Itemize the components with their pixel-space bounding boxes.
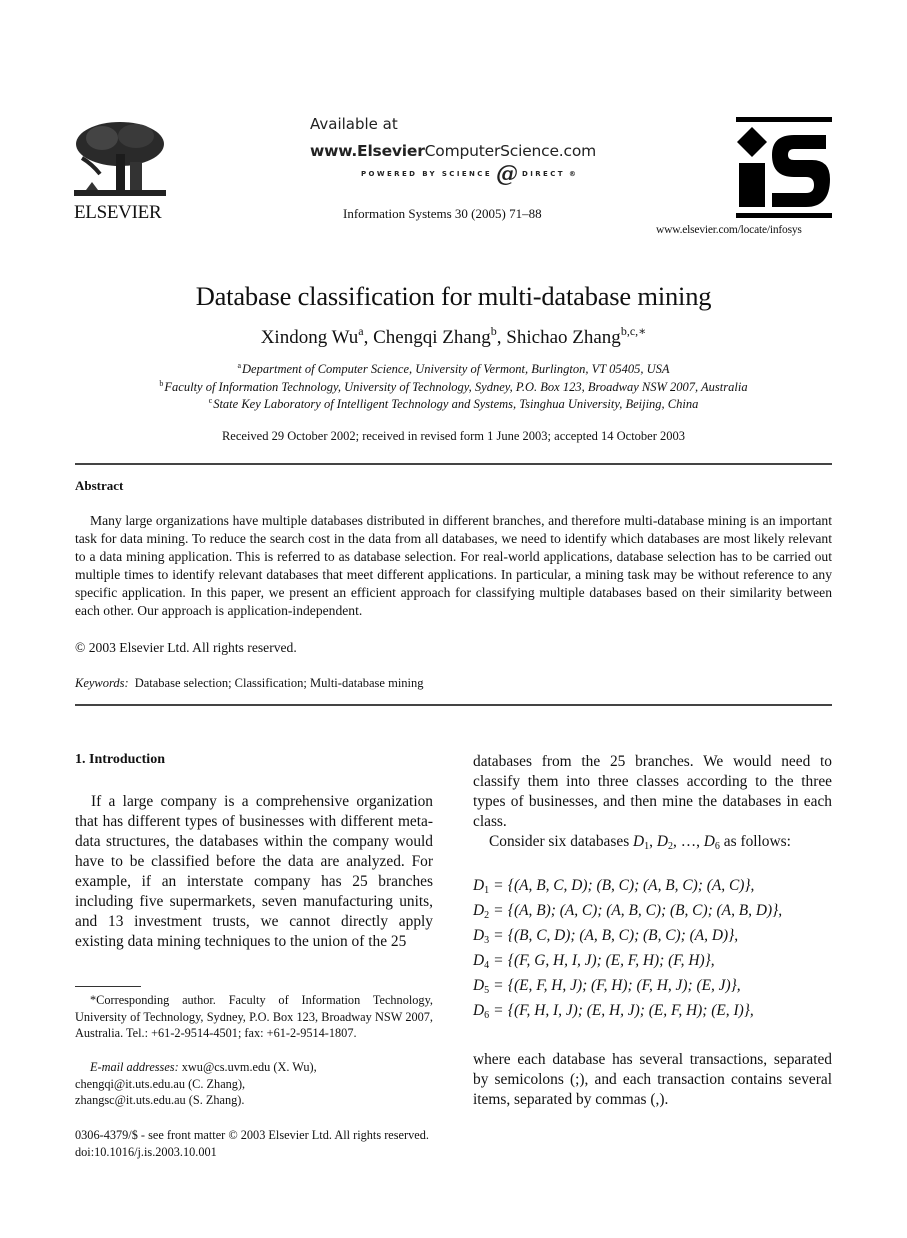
- author-separator: ,: [496, 327, 507, 348]
- eq-set: {(A, B, C, D); (B, C); (A, B, C); (A, C)…: [507, 877, 755, 894]
- affil-text: State Key Laboratory of Intelligent Tech…: [213, 397, 699, 411]
- eq-var: D: [473, 977, 485, 994]
- var-sub: 2: [668, 841, 673, 852]
- keywords: Keywords: Database selection; Classificat…: [75, 676, 424, 691]
- received-dates: Received 29 October 2002; received in re…: [221, 429, 686, 443]
- affil-text: Department of Computer Science, Universi…: [242, 362, 670, 376]
- registered-mark: ®: [568, 170, 579, 178]
- where-paragraph: where each database has several transact…: [473, 1051, 832, 1108]
- intro-paragraph-continued: databases from the 25 branches. We would…: [473, 753, 832, 830]
- footnote-divider: [75, 986, 141, 987]
- eq-rel: =: [494, 927, 503, 944]
- eq-set: {(F, G, H, I, J); (E, F, H); (F, H)},: [507, 952, 715, 969]
- powered-by-label: POWERED BY SCIENCE: [361, 170, 493, 178]
- section-heading-introduction: 1. Introduction: [75, 752, 165, 767]
- elsevier-cs-link[interactable]: www.ElsevierComputerScience.com: [310, 142, 596, 160]
- doi-link[interactable]: doi:10.1016/j.is.2003.10.001: [75, 1145, 217, 1159]
- affiliation-a: aDepartment of Computer Science, Univers…: [0, 362, 907, 377]
- affil-mark: a: [237, 361, 242, 370]
- eq-var: D: [473, 902, 485, 919]
- equation-row: D3 = {(B, C, D); (A, B, C); (B, C); (A, D)…: [473, 927, 739, 946]
- eq-var: D: [473, 877, 485, 894]
- affil-text: Faculty of Information Technology, Unive…: [164, 380, 748, 394]
- eq-rel: =: [494, 877, 503, 894]
- email-address[interactable]: xwu@cs.uvm.edu (X. Wu),: [182, 1060, 317, 1074]
- equation-row: D6 = {(F, H, I, J); (E, H, J); (E, F, H); …: [473, 1002, 754, 1021]
- elsevier-wordmark: ELSEVIER: [74, 202, 162, 223]
- sciencedirect-at-icon: @: [496, 161, 519, 187]
- eq-rel: =: [494, 1002, 503, 1019]
- direct-label: DIRECT: [522, 170, 565, 178]
- corresponding-author-footnote: *Corresponding author. Faculty of Inform…: [75, 993, 433, 1040]
- eq-rel: =: [494, 977, 503, 994]
- equation-row: D2 = {(A, B); (A, C); (A, B, C); (B, C); (…: [473, 902, 783, 921]
- var: D: [633, 833, 645, 850]
- eq-var: D: [473, 927, 485, 944]
- var: D: [656, 833, 668, 850]
- equation-row: D4 = {(F, G, H, I, J); (E, F, H); (F, H)},: [473, 952, 715, 971]
- information-systems-logo: [736, 117, 832, 219]
- email-label: E-mail addresses:: [90, 1060, 179, 1074]
- author-name: Shichao Zhang: [506, 327, 621, 348]
- email-address[interactable]: zhangsc@it.uts.edu.au (S. Zhang).: [75, 1093, 244, 1107]
- keywords-label: Keywords:: [75, 676, 129, 690]
- var: D: [703, 833, 715, 850]
- journal-reference: Information Systems 30 (2005) 71–88: [343, 206, 542, 221]
- consider-suffix: as follows:: [719, 833, 791, 850]
- journal-url-link[interactable]: www.elsevier.com/locate/infosys: [656, 224, 802, 236]
- abstract-copyright: © 2003 Elsevier Ltd. All rights reserved…: [75, 640, 297, 655]
- divider: [75, 704, 832, 706]
- var-sub: 1: [644, 841, 650, 852]
- email-address[interactable]: chengqi@it.uts.edu.au (C. Zhang),: [75, 1077, 245, 1091]
- affil-mark: b: [159, 379, 164, 388]
- front-matter: 0306-4379/$ - see front matter © 2003 El…: [75, 1127, 429, 1160]
- email-footnote: E-mail addresses: xwu@cs.uvm.edu (X. Wu)…: [75, 1059, 433, 1109]
- eq-set: {(B, C, D); (A, B, C); (B, C); (A, D)},: [507, 927, 739, 944]
- equation-row: D1 = {(A, B, C, D); (B, C); (A, B, C); (A,…: [473, 877, 755, 896]
- eq-var: D: [473, 1002, 485, 1019]
- affiliation-b: bFaculty of Information Technology, Univ…: [0, 380, 907, 395]
- powered-by-sciencedirect: POWERED BY SCIENCE @ DIRECT ®: [361, 161, 579, 187]
- divider: [75, 463, 832, 465]
- author-list: Xindong Wua, Chengqi Zhangb, Shichao Zha…: [0, 324, 907, 349]
- abstract-body: Many large organizations have multiple d…: [75, 513, 832, 619]
- author-name: Xindong Wu: [260, 327, 359, 348]
- consider-sentence: Consider six databases D1, D2, …, D6 as …: [489, 833, 791, 852]
- author-name: Chengqi Zhang: [373, 327, 491, 348]
- eq-rel: =: [494, 902, 503, 919]
- abstract-heading: Abstract: [75, 478, 124, 493]
- ellipsis: …: [680, 833, 697, 850]
- affiliation-c: cState Key Laboratory of Intelligent Tec…: [0, 397, 907, 412]
- intro-paragraph: If a large company is a comprehensive or…: [75, 793, 433, 950]
- available-at-label: Available at: [310, 115, 398, 133]
- issn-line: 0306-4379/$ - see front matter © 2003 El…: [75, 1128, 429, 1142]
- author-separator: ,: [363, 327, 374, 348]
- eq-rel: =: [494, 952, 503, 969]
- affil-mark: c: [208, 396, 213, 405]
- keywords-list: Database selection; Classification; Mult…: [134, 676, 424, 690]
- url-rest: ComputerScience.com: [424, 142, 597, 160]
- article-title: Database classification for multi-databa…: [195, 281, 712, 311]
- eq-var: D: [473, 952, 485, 969]
- equation-row: D5 = {(E, F, H, J); (F, H); (F, H, J); (E,…: [473, 977, 741, 996]
- consider-prefix: Consider six databases: [489, 833, 634, 850]
- eq-set: {(A, B); (A, C); (A, B, C); (B, C); (A, …: [507, 902, 783, 919]
- eq-set: {(F, H, I, J); (E, H, J); (E, F, H); (E,…: [507, 1002, 754, 1019]
- eq-set: {(E, F, H, J); (F, H); (F, H, J); (E, J)…: [507, 977, 741, 994]
- author-affil-mark: b,c,∗: [620, 324, 647, 338]
- url-bold: www.Elsevier: [310, 142, 425, 160]
